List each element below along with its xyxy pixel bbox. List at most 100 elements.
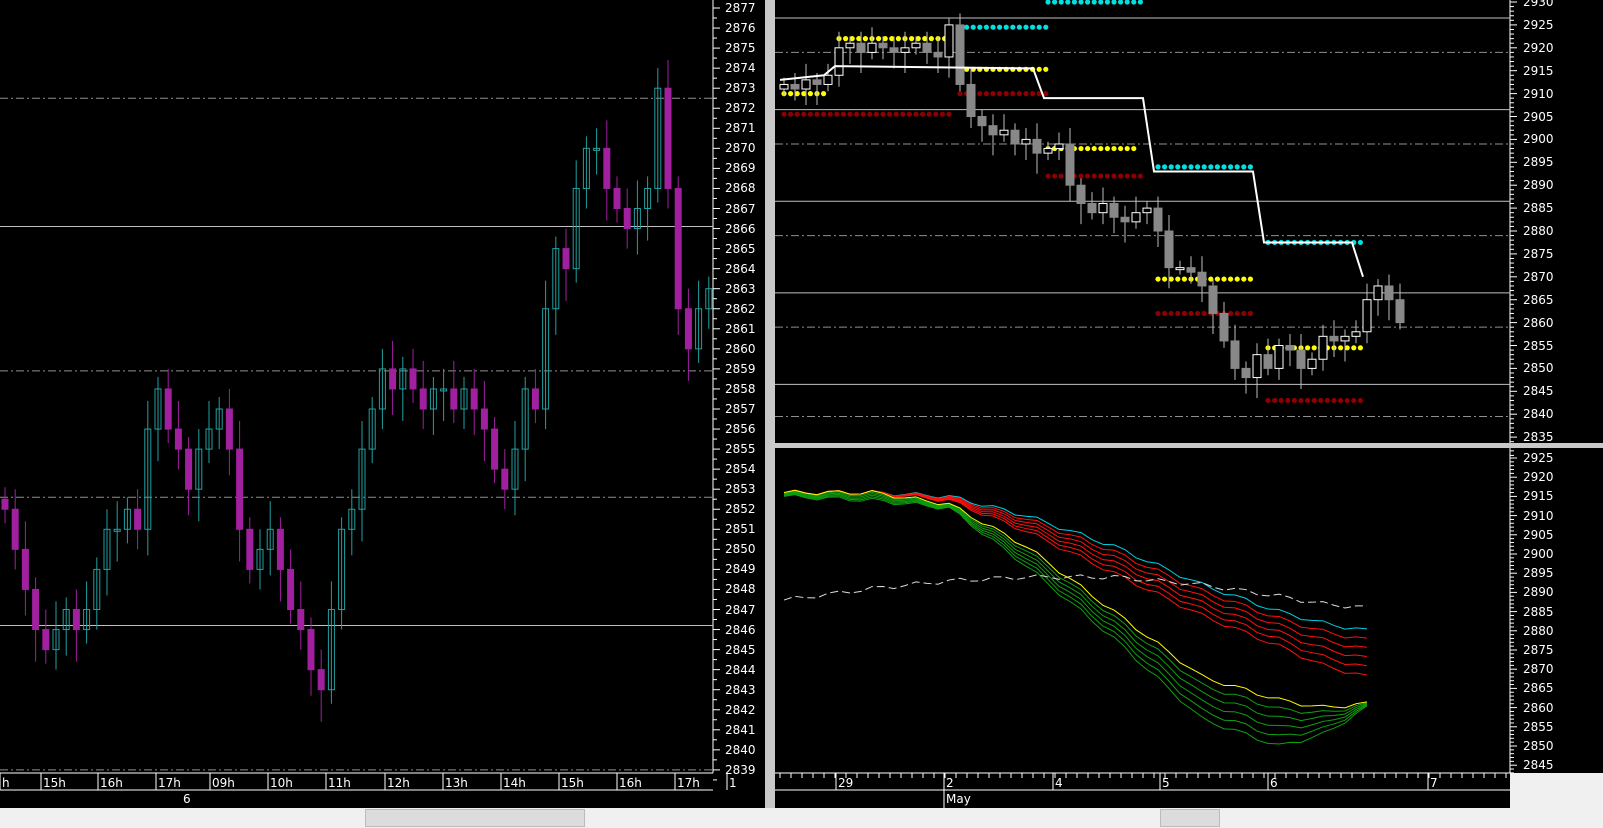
stop-level-dot (1091, 145, 1097, 152)
stop-level-dot (827, 111, 833, 117)
candle (164, 388, 172, 430)
ribbon-red-line (783, 489, 1368, 648)
axis-corner (1510, 773, 1603, 808)
ribbon-red-line (783, 489, 1368, 630)
candle (480, 408, 488, 430)
stop-level-dot (928, 36, 934, 42)
stop-level-dot (1188, 164, 1194, 170)
candle (684, 308, 692, 350)
stop-level-dot (1241, 310, 1247, 317)
candle (389, 368, 397, 390)
stop-level-dot (1234, 276, 1240, 282)
stop-level-dot (1351, 345, 1357, 351)
stop-level-dot (1155, 310, 1161, 317)
y-tick-label: 2875 (1523, 246, 1554, 261)
y-tick-label: 2848 (725, 582, 756, 597)
candle (933, 51, 943, 58)
intraday-chart[interactable] (0, 0, 765, 808)
y-tick-label: 2849 (725, 562, 756, 577)
candle (845, 42, 855, 49)
ribbon-green-line (783, 490, 1368, 714)
stop-level-dot (1118, 173, 1124, 179)
y-tick-label: 2841 (725, 722, 756, 737)
y-tick-label: 2855 (1523, 338, 1554, 353)
stop-level-dot (1071, 0, 1077, 5)
horizontal-scrollbar[interactable] (0, 808, 1603, 828)
stop-level-dot (1175, 310, 1181, 317)
y-tick-label: 2880 (1523, 623, 1554, 638)
stop-level-dot (1234, 310, 1240, 317)
stop-level-dot (1085, 0, 1091, 5)
stop-level-dot (1344, 397, 1350, 404)
scrollbar-thumb-left[interactable] (365, 809, 585, 827)
stop-level-dot (1241, 164, 1247, 170)
x-tick-label: 1 (729, 776, 737, 790)
y-tick-label: 2860 (725, 341, 756, 356)
stop-level-dot (1111, 173, 1117, 179)
y-tick-label: 2890 (1523, 178, 1554, 193)
stop-level-dot (1228, 164, 1234, 170)
stop-level-dot (970, 24, 976, 30)
stop-level-dot (933, 111, 939, 117)
candle (1197, 271, 1207, 287)
candle (134, 508, 142, 530)
stop-level-dot (1052, 0, 1058, 5)
date-label: May (946, 792, 971, 806)
y-tick-label: 2860 (1523, 315, 1554, 330)
candle (11, 508, 19, 550)
stop-level-dot (1124, 0, 1130, 5)
stop-level-dot (983, 24, 989, 30)
candle (664, 87, 672, 189)
y-tick-label: 2840 (725, 742, 756, 757)
stop-level-dot (1118, 145, 1124, 152)
candle (1065, 143, 1075, 186)
stop-level-dot (1168, 164, 1174, 170)
candle (1329, 335, 1339, 342)
stop-level-dot (1175, 276, 1181, 282)
stop-level-dot (781, 111, 787, 117)
stop-level-dot (1181, 310, 1187, 317)
x-tick-label: 09h (212, 776, 235, 790)
y-tick-label: 2870 (725, 141, 756, 156)
daily-chart[interactable] (775, 0, 1603, 808)
stop-level-dot (1045, 173, 1051, 179)
y-tick-label: 2847 (725, 602, 756, 617)
stop-level-dot (887, 111, 893, 117)
y-tick-label: 2840 (1523, 407, 1554, 422)
y-tick-label: 2861 (725, 321, 756, 336)
stop-level-dot (1137, 0, 1143, 5)
stop-level-dot (1305, 397, 1311, 404)
stop-level-dot (1247, 164, 1253, 170)
candle (1373, 285, 1383, 301)
stop-level-dot (1030, 91, 1036, 97)
stop-level-dot (814, 111, 820, 117)
y-tick-label: 2874 (725, 61, 756, 76)
stop-level-dot (926, 111, 932, 117)
stop-level-dot (906, 111, 912, 117)
y-tick-label: 2885 (1523, 201, 1554, 216)
scrollbar-thumb-right[interactable] (1160, 809, 1220, 827)
ribbon-green-line (783, 493, 1368, 736)
stop-level-dot (1058, 0, 1064, 5)
candle (1032, 138, 1042, 154)
candle (1285, 345, 1295, 351)
stop-level-dot (1023, 91, 1029, 97)
stop-level-dot (1098, 0, 1104, 5)
x-tick-label: 4 (1055, 776, 1063, 790)
y-tick-label: 2920 (1523, 40, 1554, 55)
pane-separator (775, 443, 1603, 448)
stop-level-dot (1036, 24, 1042, 30)
y-tick-label: 2930 (1523, 0, 1554, 9)
candle (1208, 285, 1218, 314)
y-tick-label: 2880 (1523, 224, 1554, 238)
stop-level-dot (893, 111, 899, 117)
ribbon-yellow-line (783, 489, 1368, 709)
chart-splitter[interactable] (765, 0, 775, 808)
y-tick-label: 2905 (1523, 109, 1554, 124)
y-tick-label: 2850 (1523, 361, 1554, 376)
stop-level-dot (913, 111, 919, 117)
stop-level-dot (1228, 276, 1234, 282)
candle (779, 83, 789, 90)
stop-level-dot (1124, 145, 1130, 152)
y-tick-label: 2865 (1523, 292, 1554, 307)
